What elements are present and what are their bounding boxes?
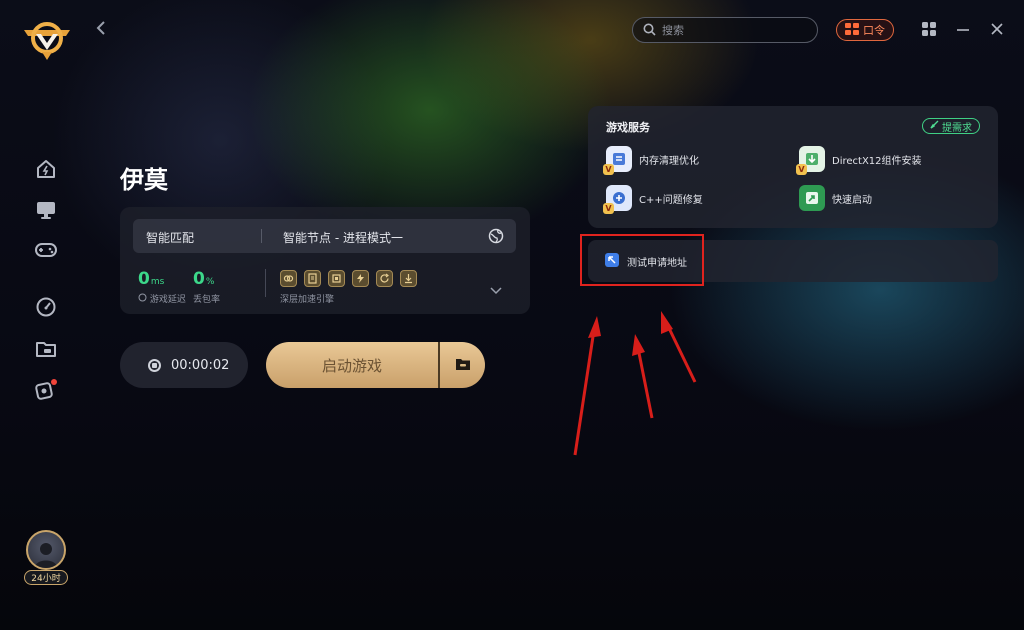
- link-icon: [280, 270, 297, 287]
- gauge-icon[interactable]: [34, 295, 58, 319]
- directx-install-icon: V: [796, 146, 825, 175]
- services-title: 游戏服务: [606, 121, 650, 134]
- cpp-repair-icon: V: [603, 185, 632, 214]
- start-game-button[interactable]: 启动游戏: [266, 342, 438, 388]
- bolt-icon: [352, 270, 369, 287]
- service-memory-clean[interactable]: V 内存清理优化: [603, 146, 699, 175]
- support-icon[interactable]: [34, 378, 58, 402]
- doc-icon: [304, 270, 321, 287]
- divider: [261, 229, 262, 243]
- monitor-icon[interactable]: [34, 198, 58, 222]
- folder-icon[interactable]: [34, 337, 58, 361]
- demand-button[interactable]: 提需求: [922, 118, 980, 134]
- gamepad-icon[interactable]: [34, 238, 58, 262]
- koling-button[interactable]: 口令: [836, 19, 894, 41]
- refresh-icon: [376, 270, 393, 287]
- loss-value: 0: [193, 269, 205, 289]
- service-quick-launch[interactable]: 快速启动: [799, 185, 872, 211]
- home-icon[interactable]: [34, 157, 58, 181]
- chevron-down-icon[interactable]: [490, 280, 502, 299]
- engine-caption: 深层加速引擎: [280, 295, 335, 305]
- loss-unit: %: [205, 277, 215, 287]
- service-directx-install[interactable]: V DirectX12组件安装: [796, 146, 922, 175]
- chevron-left-icon[interactable]: [96, 20, 106, 40]
- service-label: 快速启动: [832, 194, 872, 206]
- service-label: C++问题修复: [639, 194, 703, 206]
- brush-icon: [930, 120, 939, 132]
- open-folder-button[interactable]: [438, 342, 485, 388]
- latency-caption-icon: [138, 293, 150, 305]
- search-input[interactable]: [662, 23, 802, 37]
- app-logo: [22, 16, 72, 62]
- timer-text: 00:00:02: [171, 357, 230, 373]
- game-title: 伊莫: [120, 166, 168, 194]
- chip-icon: [328, 270, 345, 287]
- koling-icon: [845, 22, 859, 38]
- service-label: DirectX12组件安装: [832, 155, 922, 167]
- match-mode-label[interactable]: 智能匹配: [146, 229, 194, 246]
- mode-bar[interactable]: 智能匹配 智能节点 - 进程模式一: [133, 219, 516, 253]
- start-game-label: 启动游戏: [321, 356, 382, 375]
- background: [0, 0, 1024, 630]
- close-icon[interactable]: [988, 20, 1006, 38]
- divider: [265, 269, 266, 297]
- memory-clean-icon: V: [603, 146, 632, 175]
- node-mode-label[interactable]: 智能节点 - 进程模式一: [283, 229, 403, 246]
- koling-label: 口令: [863, 24, 885, 37]
- minimize-icon[interactable]: [954, 20, 972, 38]
- globe-icon[interactable]: [488, 228, 504, 248]
- loss-caption: 丢包率: [193, 295, 221, 305]
- service-label: 内存清理优化: [639, 155, 699, 167]
- acceleration-panel: 智能匹配 智能节点 - 进程模式一 0ms 游戏延迟 0% 丢包率 深层加速引擎: [120, 207, 530, 314]
- demand-label: 提需求: [942, 122, 972, 134]
- stop-icon: [148, 358, 161, 372]
- search-icon: [643, 21, 656, 40]
- latency-caption-text: 游戏延迟: [149, 295, 186, 305]
- loss-stat: 0%: [193, 269, 214, 289]
- latency-unit: ms: [150, 277, 165, 287]
- latency-stat: 0ms: [138, 269, 164, 289]
- download-icon: [400, 270, 417, 287]
- game-services-panel: 游戏服务 提需求 V 内存清理优化 V DirectX12组件安装 V C++问…: [588, 106, 998, 228]
- apps-icon[interactable]: [920, 20, 938, 38]
- service-cpp-repair[interactable]: V C++问题修复: [603, 185, 703, 214]
- timer[interactable]: 00:00:02: [120, 342, 248, 388]
- user-avatar[interactable]: 24小时: [24, 530, 68, 586]
- quick-launch-icon: [799, 185, 825, 211]
- avatar-image: [26, 530, 66, 570]
- search-box[interactable]: [632, 17, 818, 43]
- latency-caption: 游戏延迟: [138, 292, 186, 305]
- latency-value: 0: [138, 269, 150, 289]
- folder-open-icon: [455, 356, 471, 375]
- avatar-badge: 24小时: [24, 570, 68, 585]
- highlight-box: [580, 234, 704, 286]
